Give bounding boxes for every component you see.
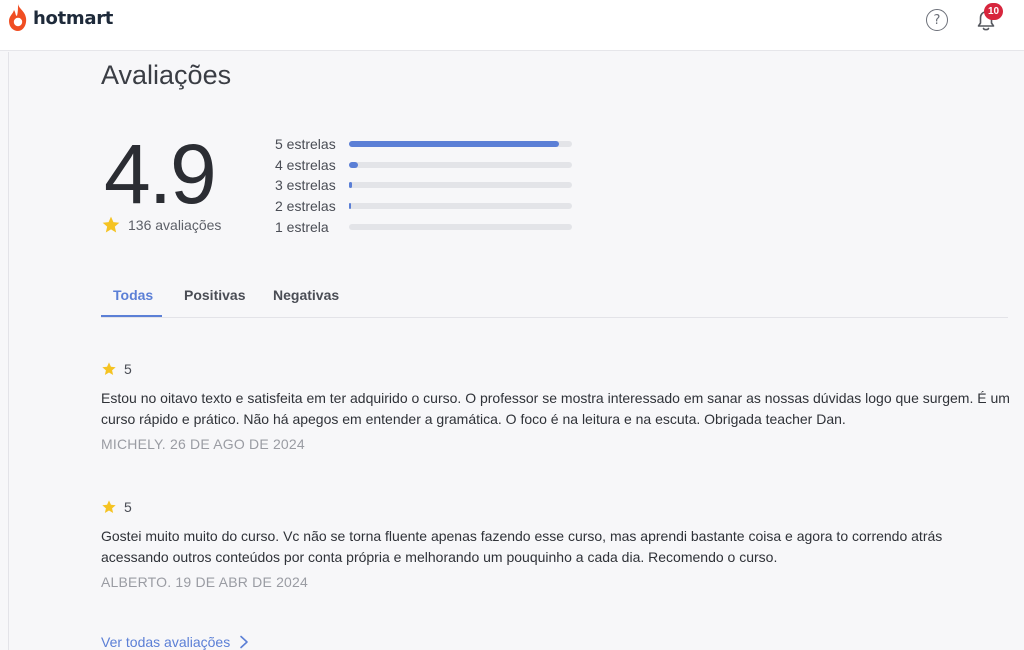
distribution-row-3: 3 estrelas (275, 175, 572, 196)
distribution-track (349, 182, 572, 189)
review-item: 5 Gostei muito muito do curso. Vc não se… (101, 498, 1011, 590)
review-rating-value: 5 (124, 499, 132, 515)
review-rating-value: 5 (124, 361, 132, 377)
see-all-reviews-label: Ver todas avaliações (101, 634, 231, 650)
chevron-right-icon (240, 635, 249, 649)
average-rating: 4.9 (104, 127, 217, 221)
review-author-date: ALBERTO. 19 DE ABR DE 2024 (101, 574, 309, 590)
review-rating: 5 (101, 498, 1011, 516)
star-icon (102, 362, 116, 375)
rating-count-label: 136 avaliações (128, 217, 222, 233)
distribution-track (349, 203, 572, 210)
distribution-track (349, 161, 572, 168)
review-text: Estou no oitavo texto e satisfeita em te… (101, 390, 1010, 427)
question-circle-icon: ? (933, 12, 941, 28)
flame-icon (9, 4, 27, 31)
review-text: Gostei muito muito do curso. Vc não se t… (101, 528, 943, 565)
distribution-row-2: 2 estrelas (275, 196, 572, 217)
page-title: Avaliações (101, 60, 232, 90)
tab-positivas[interactable]: Positivas (184, 287, 245, 303)
distribution-label: 5 estrelas (275, 136, 336, 153)
star-icon (102, 500, 116, 513)
rating-count: 136 avaliações (101, 215, 221, 235)
distribution-fill (349, 182, 353, 189)
review-item: 5 Estou no oitavo texto e satisfeita em … (101, 360, 1011, 452)
distribution-label: 1 estrela (275, 218, 329, 235)
distribution-row-1: 1 estrela (275, 216, 572, 237)
help-button[interactable]: ? (926, 9, 948, 31)
tab-todas[interactable]: Todas (113, 287, 153, 303)
hotmart-logo[interactable]: hotmart (6, 3, 113, 33)
brand-name: hotmart (33, 7, 114, 29)
active-tab-indicator (101, 315, 162, 317)
left-rail-divider (8, 52, 9, 650)
review-filter-tabs: Todas Positivas Negativas (101, 282, 1008, 318)
distribution-label: 2 estrelas (275, 198, 336, 215)
rating-distribution: 5 estrelas 4 estrelas 3 estrelas 2 estre… (275, 134, 572, 237)
distribution-fill (349, 141, 559, 148)
distribution-row-5: 5 estrelas (275, 134, 572, 155)
distribution-track (349, 141, 572, 148)
review-rating: 5 (101, 360, 1011, 378)
distribution-row-4: 4 estrelas (275, 155, 572, 176)
tab-negativas[interactable]: Negativas (273, 287, 339, 303)
star-icon (102, 216, 120, 233)
review-author-date: MICHELY. 26 DE AGO DE 2024 (101, 436, 305, 452)
top-bar: hotmart ? 10 (0, 0, 1024, 51)
distribution-fill (349, 203, 351, 210)
see-all-reviews-link[interactable]: Ver todas avaliações (101, 634, 249, 650)
distribution-fill (349, 161, 358, 168)
notification-count-badge: 10 (984, 3, 1004, 20)
distribution-label: 3 estrelas (275, 177, 336, 194)
distribution-label: 4 estrelas (275, 156, 336, 173)
distribution-track (349, 223, 572, 230)
